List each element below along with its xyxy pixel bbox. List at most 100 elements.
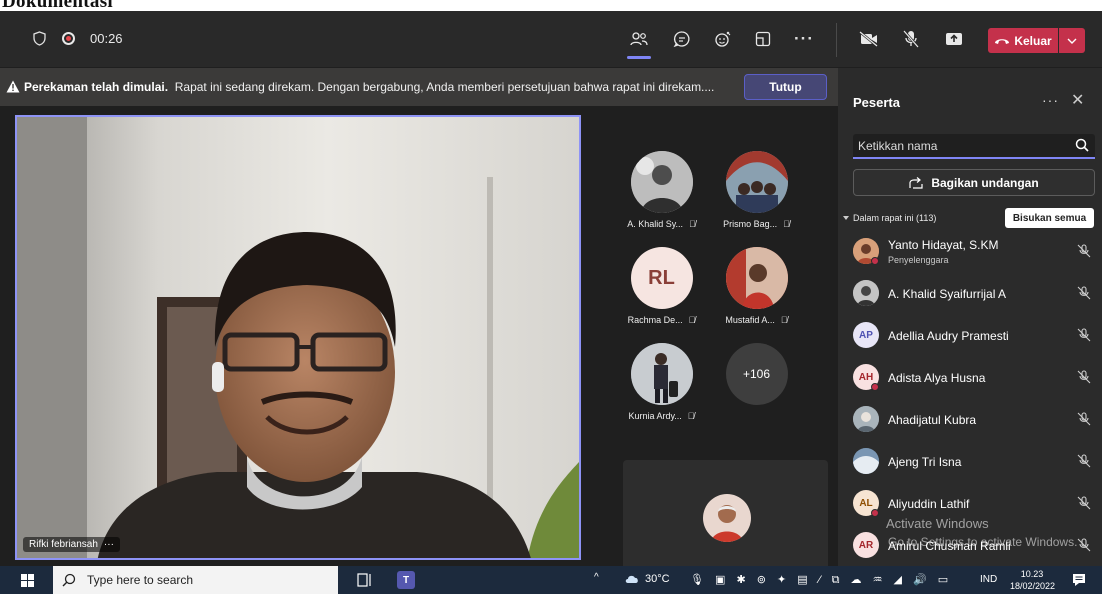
teams-app-icon[interactable]: T (397, 571, 415, 589)
participant-name: Yanto Hidayat, S.KM (888, 238, 999, 252)
taskbar-search[interactable]: Type here to search (53, 566, 338, 594)
more-icon[interactable]: ··· (792, 27, 816, 51)
speaker-name-tag: Rifki febriansah ··· (23, 537, 120, 552)
panel-more-icon[interactable]: ··· (1042, 92, 1059, 108)
meeting-toolbar: 00:26 ··· Keluar (0, 11, 1102, 67)
mic-off-icon (1077, 538, 1091, 552)
chevron-down-icon (843, 216, 849, 220)
raise-hand-icon[interactable] (711, 27, 735, 51)
status-dot (871, 257, 879, 265)
rooms-icon[interactable] (751, 27, 775, 51)
participant-name: A. Khalid Syaifurrijal A (888, 287, 1007, 301)
mic-off-icon[interactable] (899, 27, 923, 51)
avatar (725, 151, 788, 213)
close-icon[interactable]: ✕ (1071, 90, 1084, 110)
leave-label: Keluar (1014, 33, 1052, 48)
chevron-up-icon[interactable]: ^ (594, 572, 599, 583)
camera-off-icon[interactable] (857, 27, 881, 51)
mic-off-icon (1077, 454, 1091, 468)
system-clock[interactable]: 10.23 18/02/2022 (1010, 568, 1055, 592)
participant-row[interactable]: AH Adista Alya Husna (838, 358, 1102, 400)
notification-icon[interactable] (1072, 573, 1086, 587)
document-heading: Dokumentasi (0, 0, 1102, 11)
participant-name: Adista Alya Husna (888, 371, 986, 385)
more-participants-count: +106 (725, 343, 788, 405)
mic-off-icon (1077, 286, 1091, 300)
share-icon (909, 176, 923, 189)
language-indicator[interactable]: IND (980, 574, 997, 585)
participant-name: Adellia Audry Pramesti (888, 329, 1009, 343)
share-invite-button[interactable]: Bagikan undangan (853, 169, 1095, 196)
cloud-icon (625, 575, 638, 583)
participant-tile[interactable]: RL Rachma De... 🎙̸ (614, 247, 709, 325)
tile-name: Kurnia Ardy... (628, 411, 682, 421)
tile-name: A. Khalid Sy... (627, 219, 684, 229)
mic-off-icon: 🎙̸ (689, 219, 696, 229)
avatar: AR (853, 532, 879, 558)
share-icon[interactable] (942, 27, 966, 51)
banner-close-button[interactable]: Tutup (744, 74, 827, 100)
tile-name: Prismo Bag... (723, 219, 778, 229)
speaker-more-icon[interactable]: ··· (104, 539, 114, 550)
chat-icon[interactable] (670, 27, 694, 51)
avatar (630, 151, 693, 213)
mic-off-icon: 🎙̸ (783, 219, 790, 229)
panel-title: Peserta (853, 95, 900, 110)
clock-time: 10.23 (1020, 569, 1044, 579)
active-tab-indicator (627, 56, 651, 59)
people-icon[interactable] (627, 27, 651, 51)
search-box (853, 134, 1095, 159)
participant-tile[interactable]: Kurnia Ardy... 🎙̸ (614, 343, 709, 421)
in-meeting-count: Dalam rapat ini (113) (853, 213, 937, 223)
task-view-icon[interactable] (357, 573, 373, 587)
recording-banner: Perekaman telah dimulai. Rapat ini sedan… (0, 68, 838, 106)
shield-icon[interactable] (33, 31, 46, 46)
windows-start-icon[interactable] (21, 574, 34, 587)
participant-tile[interactable]: Prismo Bag... 🎙̸ (709, 151, 804, 229)
leave-options-button[interactable] (1059, 28, 1085, 53)
participant-tile[interactable]: A. Khalid Sy... 🎙̸ (614, 151, 709, 229)
avatar (725, 247, 788, 309)
participant-row[interactable]: Ajeng Tri Isna (838, 442, 1102, 484)
phone-icon (995, 38, 1010, 44)
tile-name: Rachma De... (627, 315, 683, 325)
warning-icon (6, 80, 20, 93)
mic-off-icon (1077, 328, 1091, 342)
teams-meeting-window: 00:26 ··· Keluar Perekaman telah dimulai… (0, 11, 1102, 566)
weather-widget[interactable]: 30°C (624, 573, 670, 585)
system-tray-icons[interactable]: 🎙 ▣ ✱ ⊚ ✦ ▤ ⁄ ⧉ ☁ ♒ ◢ 🔊 ▭ (690, 573, 952, 587)
participant-row[interactable]: Yanto Hidayat, S.KM Penyelenggara (838, 232, 1102, 274)
meeting-timer: 00:26 (90, 31, 123, 46)
mic-off-icon: 🎙̸ (688, 315, 696, 325)
video-stage: Rifki febriansah ··· A. Khalid Sy... 🎙̸ P… (0, 107, 838, 566)
participant-tile[interactable]: Mustafid A... 🎙̸ (709, 247, 804, 325)
participant-row[interactable]: AP Adellia Audry Pramesti (838, 316, 1102, 358)
share-invite-label: Bagikan undangan (931, 175, 1039, 190)
main-video-feed[interactable]: Rifki febriansah ··· (15, 115, 581, 560)
in-meeting-header[interactable]: Dalam rapat ini (113) (843, 213, 936, 223)
self-view[interactable] (623, 460, 828, 566)
recording-notice: Perekaman telah dimulai. Rapat ini sedan… (24, 80, 714, 94)
activation-watermark-hint: Go to Settings to activate Windows. (888, 535, 1078, 549)
leave-button[interactable]: Keluar (988, 28, 1058, 53)
search-icon (62, 573, 76, 587)
mic-off-icon (1077, 496, 1091, 510)
participant-role: Penyelenggara (888, 255, 949, 265)
speaker-name: Rifki febriansah (29, 539, 98, 550)
participant-search-input[interactable] (853, 134, 1063, 157)
participant-row[interactable]: Ahadijatul Kubra (838, 400, 1102, 442)
toolbar-divider (836, 23, 837, 57)
participant-name: Ajeng Tri Isna (888, 455, 962, 469)
avatar (853, 280, 879, 306)
chevron-down-icon (1067, 38, 1077, 44)
recording-notice-title: Perekaman telah dimulai. (24, 80, 169, 94)
avatar: RL (630, 247, 693, 309)
participant-name: Ahadijatul Kubra (888, 413, 977, 427)
avatar (853, 406, 879, 432)
overflow-tile[interactable]: +106 (709, 343, 804, 405)
participant-row[interactable]: A. Khalid Syaifurrijal A (838, 274, 1102, 316)
mute-all-button[interactable]: Bisukan semua (1005, 208, 1094, 228)
search-icon[interactable] (1075, 138, 1089, 152)
mic-off-icon: 🎙̸ (780, 315, 788, 325)
status-dot (871, 509, 879, 517)
